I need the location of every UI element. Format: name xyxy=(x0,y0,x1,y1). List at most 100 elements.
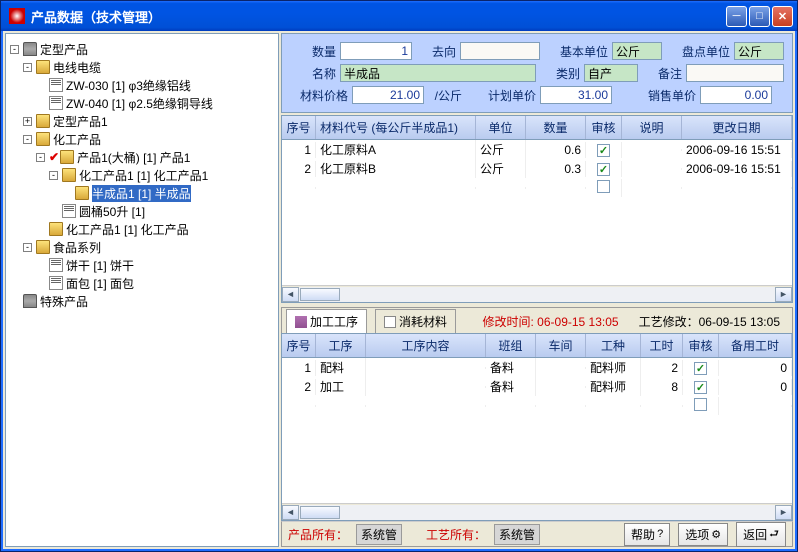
qty-field[interactable]: 1 xyxy=(340,42,412,60)
tree-node[interactable]: + 定型产品1 xyxy=(10,112,274,130)
collapse-icon[interactable]: - xyxy=(23,63,32,72)
matprice-field[interactable]: 21.00 xyxy=(352,86,424,104)
question-icon: ? xyxy=(657,528,663,540)
approve-checkbox[interactable] xyxy=(597,180,610,193)
scroll-thumb[interactable] xyxy=(300,506,340,519)
collapse-icon[interactable]: - xyxy=(49,171,58,180)
tree-node[interactable]: ZW-040 [1] φ2.5绝缘铜导线 xyxy=(10,94,274,112)
table-row[interactable]: 1 化工原料A 公斤 0.6 ✓ 2006-09-16 15:51 xyxy=(282,140,792,159)
tree-node[interactable]: 饼干 [1] 饼干 xyxy=(10,256,274,274)
tree-node[interactable]: -✔产品1(大桶) [1] 产品1 xyxy=(10,148,274,166)
col-team[interactable]: 班组 xyxy=(486,334,536,357)
tree-node[interactable]: 特殊产品 xyxy=(10,292,274,310)
expand-icon[interactable]: + xyxy=(23,117,32,126)
tree-label: 饼干 [1] 饼干 xyxy=(66,257,134,274)
tree-node[interactable]: - 化工产品 xyxy=(10,130,274,148)
scroll-left-icon[interactable]: ◄ xyxy=(282,505,299,520)
col-seq[interactable]: 序号 xyxy=(282,116,316,139)
product-tree[interactable]: -定型产品 - 电线电缆 ZW-030 [1] φ3绝缘铝线 ZW-040 [1]… xyxy=(5,33,279,547)
maximize-button[interactable]: □ xyxy=(749,6,770,27)
col-ok[interactable]: 审核 xyxy=(586,116,622,139)
folder-icon xyxy=(60,150,74,164)
tree-node[interactable]: - 电线电缆 xyxy=(10,58,274,76)
table-row[interactable]: 1 配料 备料 配料师 2 ✓ 0 xyxy=(282,358,792,377)
tree-label: 电线电缆 xyxy=(53,59,101,76)
col-desc[interactable]: 说明 xyxy=(622,116,682,139)
tree-node[interactable]: 化工产品1 [1] 化工产品 xyxy=(10,220,274,238)
materials-table[interactable]: 序号 材料代号 (每公斤半成品1) 单位 数量 审核 说明 更改日期 1 化工原… xyxy=(281,115,793,303)
col-type[interactable]: 工种 xyxy=(586,334,641,357)
help-button[interactable]: 帮助? xyxy=(624,523,670,546)
collapse-icon[interactable]: - xyxy=(23,243,32,252)
tree-label: 定型产品1 xyxy=(53,113,108,130)
table-row-empty[interactable] xyxy=(282,396,792,415)
tree-label: 化工产品 xyxy=(53,131,101,148)
col-spare[interactable]: 备用工时 xyxy=(719,334,792,357)
h-scrollbar[interactable]: ◄ ► xyxy=(282,503,792,520)
scroll-thumb[interactable] xyxy=(300,288,340,301)
doc-icon xyxy=(49,78,63,92)
approve-checkbox: ✓ xyxy=(597,163,610,176)
planprice-field[interactable]: 31.00 xyxy=(540,86,612,104)
tree-label: 化工产品1 [1] 化工产品1 xyxy=(79,167,208,184)
col-code[interactable]: 材料代号 (每公斤半成品1) xyxy=(316,116,476,139)
note-field[interactable] xyxy=(686,64,784,82)
approve-checkbox[interactable] xyxy=(694,398,707,411)
col-unit[interactable]: 单位 xyxy=(476,116,526,139)
tree-node[interactable]: - 化工产品1 [1] 化工产品1 xyxy=(10,166,274,184)
base-unit-field[interactable]: 公斤 xyxy=(612,42,662,60)
dir-label: 去向 xyxy=(416,43,456,60)
process-table[interactable]: 序号 工序 工序内容 班组 车间 工种 工时 审核 备用工时 1 配料 备料 xyxy=(281,333,793,521)
tab-consume[interactable]: 消耗材料 xyxy=(375,309,456,334)
owner-label: 产品所有： xyxy=(288,526,348,543)
options-button[interactable]: 选项⚙ xyxy=(678,523,728,546)
col-shop[interactable]: 车间 xyxy=(536,334,586,357)
minimize-button[interactable]: ─ xyxy=(726,6,747,27)
saleprice-field[interactable]: 0.00 xyxy=(700,86,772,104)
col-seq2[interactable]: 序号 xyxy=(282,334,316,357)
mod-time: 修改时间: 06-09-15 13:05 xyxy=(482,313,618,330)
close-button[interactable]: ✕ xyxy=(772,6,793,27)
owner-value[interactable]: 系统管 xyxy=(356,524,402,545)
dir-field[interactable] xyxy=(460,42,540,60)
table-row[interactable]: 2 加工 备料 配料师 8 ✓ 0 xyxy=(282,377,792,396)
tree-label: 化工产品1 [1] 化工产品 xyxy=(66,221,189,238)
tree-node-selected[interactable]: 半成品1 [1] 半成品 xyxy=(10,184,274,202)
matprice-unit: /公斤 xyxy=(428,87,462,104)
scroll-left-icon[interactable]: ◄ xyxy=(282,287,299,302)
folder-icon xyxy=(36,114,50,128)
craft-owner-value[interactable]: 系统管 xyxy=(494,524,540,545)
tree-node[interactable]: -定型产品 xyxy=(10,40,274,58)
inv-unit-field[interactable]: 公斤 xyxy=(734,42,784,60)
col-content[interactable]: 工序内容 xyxy=(366,334,486,357)
scroll-right-icon[interactable]: ► xyxy=(775,505,792,520)
col-qty[interactable]: 数量 xyxy=(526,116,586,139)
table-row[interactable]: 2 化工原料B 公斤 0.3 ✓ 2006-09-16 15:51 xyxy=(282,159,792,178)
folder-icon xyxy=(49,222,63,236)
tree-node[interactable]: 面包 [1] 面包 xyxy=(10,274,274,292)
collapse-icon[interactable]: - xyxy=(23,135,32,144)
collapse-icon[interactable]: - xyxy=(10,45,19,54)
list-icon xyxy=(295,316,307,328)
tree-node[interactable]: 圆桶50升 [1] xyxy=(10,202,274,220)
cat-field[interactable]: 自产 xyxy=(584,64,638,82)
folder-icon xyxy=(36,132,50,146)
col-proc[interactable]: 工序 xyxy=(316,334,366,357)
approve-checkbox: ✓ xyxy=(694,362,707,375)
tree-label: 面包 [1] 面包 xyxy=(66,275,134,292)
scroll-right-icon[interactable]: ► xyxy=(775,287,792,302)
collapse-icon[interactable]: - xyxy=(36,153,45,162)
craft-owner-label: 工艺所有： xyxy=(426,526,486,543)
table-row-empty[interactable] xyxy=(282,178,792,197)
tree-node[interactable]: ZW-030 [1] φ3绝缘铝线 xyxy=(10,76,274,94)
tree-node[interactable]: -食品系列 xyxy=(10,238,274,256)
h-scrollbar[interactable]: ◄ ► xyxy=(282,285,792,302)
back-button[interactable]: 返回⮐ xyxy=(736,522,786,547)
tree-label: ZW-030 [1] φ3绝缘铝线 xyxy=(66,77,191,94)
col-ok2[interactable]: 审核 xyxy=(683,334,719,357)
name-label: 名称 xyxy=(290,65,336,82)
tab-process[interactable]: 加工工序 xyxy=(286,309,367,334)
col-hrs[interactable]: 工时 xyxy=(641,334,683,357)
name-field[interactable]: 半成品 xyxy=(340,64,536,82)
col-mod[interactable]: 更改日期 xyxy=(682,116,792,139)
